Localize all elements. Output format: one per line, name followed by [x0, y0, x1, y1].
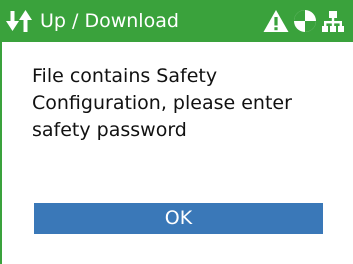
title-text: Up / Download — [40, 10, 179, 32]
status-icons — [263, 8, 345, 34]
title-bar: Up / Download — [0, 0, 353, 42]
message-line: Configuration, please enter — [32, 92, 292, 114]
message-line: safety password — [32, 119, 187, 141]
up-download-icon — [6, 10, 32, 32]
dialog-message: File contains Safety Configuration, plea… — [32, 63, 332, 144]
ok-button[interactable]: OK — [34, 203, 323, 234]
safety-icon — [294, 10, 316, 32]
warning-icon — [263, 10, 289, 32]
dialog-screen: Up / Download File contains Safety Confi… — [0, 0, 353, 264]
message-line: File contains Safety — [32, 65, 218, 87]
network-icon — [322, 11, 344, 32]
left-border — [0, 42, 2, 264]
